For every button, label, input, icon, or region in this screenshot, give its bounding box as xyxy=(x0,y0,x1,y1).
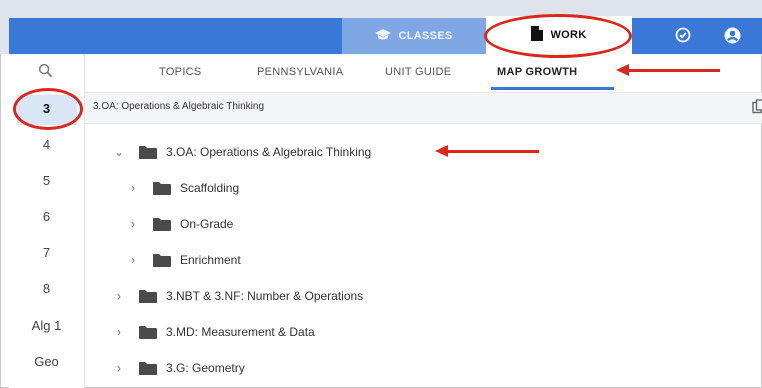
chevron-right-icon[interactable]: › xyxy=(113,361,125,375)
copy-icon[interactable] xyxy=(752,99,762,115)
tab-map-growth[interactable]: MAP GROWTH xyxy=(497,66,577,78)
folder-icon xyxy=(139,289,157,303)
tree-row-3g[interactable]: › 3.G: Geometry xyxy=(113,358,245,378)
annotation-oval-grade-3 xyxy=(13,88,83,130)
tree-row-label: Enrichment xyxy=(180,253,241,267)
chevron-right-icon[interactable]: › xyxy=(113,325,125,339)
folder-icon xyxy=(139,361,157,375)
tab-topics[interactable]: TOPICS xyxy=(159,66,202,78)
sidebar-item-4[interactable]: 4 xyxy=(9,137,84,152)
tab-classes-label: CLASSES xyxy=(398,30,453,42)
tree-row-label: Scaffolding xyxy=(180,181,240,195)
tree-row-label: 3.G: Geometry xyxy=(166,361,245,375)
tree-row-label: 3.OA: Operations & Algebraic Thinking xyxy=(166,145,372,159)
chevron-right-icon[interactable]: › xyxy=(113,289,125,303)
chevron-down-icon[interactable]: ⌄ xyxy=(113,145,125,159)
sidebar-item-8[interactable]: 8 xyxy=(9,281,84,296)
tree-row-3oa[interactable]: ⌄ 3.OA: Operations & Algebraic Thinking xyxy=(113,142,371,162)
active-tab-indicator xyxy=(491,87,614,90)
sidebar-item-6[interactable]: 6 xyxy=(9,209,84,224)
tree-row-3md[interactable]: › 3.MD: Measurement & Data xyxy=(113,322,315,342)
breadcrumb: 3.OA: Operations & Algebraic Thinking xyxy=(93,101,265,112)
tree-row-scaffolding[interactable]: › Scaffolding xyxy=(127,178,239,198)
folder-icon xyxy=(153,253,171,267)
chevron-right-icon[interactable]: › xyxy=(127,253,139,267)
tree-row-enrichment[interactable]: › Enrichment xyxy=(127,250,241,270)
annotation-oval-work xyxy=(484,14,632,58)
sidebar-item-7[interactable]: 7 xyxy=(9,245,84,260)
annotation-arrow-3oa xyxy=(435,145,539,157)
search-icon[interactable] xyxy=(38,63,54,79)
tab-pennsylvania[interactable]: PENNSYLVANIA xyxy=(257,66,343,78)
sidebar-item-alg-1[interactable]: Alg 1 xyxy=(9,318,84,333)
tree-row-label: 3.MD: Measurement & Data xyxy=(166,325,315,339)
annotation-arrow-map-growth xyxy=(616,64,720,76)
breadcrumb-bar: 3.OA: Operations & Algebraic Thinking xyxy=(85,92,762,124)
account-icon[interactable] xyxy=(722,25,742,45)
sidebar-item-geo[interactable]: Geo xyxy=(9,354,84,369)
check-circle-icon[interactable] xyxy=(673,25,693,45)
folder-icon xyxy=(153,217,171,231)
tree-row-label: On-Grade xyxy=(180,217,234,231)
tree-row-label: 3.NBT & 3.NF: Number & Operations xyxy=(166,289,364,303)
tree-row-3nbt[interactable]: › 3.NBT & 3.NF: Number & Operations xyxy=(113,286,363,306)
sidebar-item-5[interactable]: 5 xyxy=(9,173,84,188)
folder-icon xyxy=(153,181,171,195)
chevron-right-icon[interactable]: › xyxy=(127,181,139,195)
tree-row-on-grade[interactable]: › On-Grade xyxy=(127,214,233,234)
graduation-cap-icon xyxy=(375,28,392,44)
tab-unit-guide[interactable]: UNIT GUIDE xyxy=(385,66,451,78)
chevron-right-icon[interactable]: › xyxy=(127,217,139,231)
folder-icon xyxy=(139,325,157,339)
folder-icon xyxy=(139,145,157,159)
tab-classes[interactable]: CLASSES xyxy=(342,18,486,54)
